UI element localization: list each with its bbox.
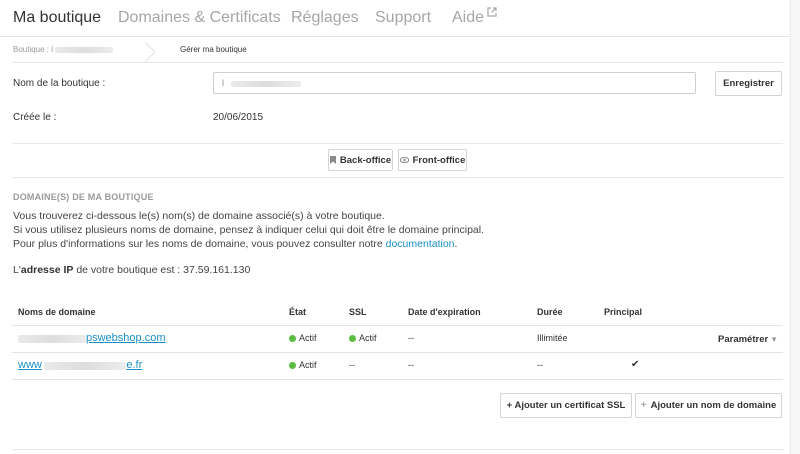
bookmark-icon bbox=[329, 156, 336, 164]
breadcrumb-current: Gérer ma boutique bbox=[180, 45, 247, 54]
active-dot-icon bbox=[289, 362, 296, 369]
eye-icon bbox=[399, 157, 409, 163]
back-office-label: Back-office bbox=[339, 154, 392, 166]
store-name-value: l bbox=[222, 78, 224, 88]
ip-prefix: L' bbox=[13, 264, 21, 276]
tab-domaines-certificats[interactable]: Domaines & Certificats bbox=[118, 9, 281, 27]
col-header-domain: Noms de domaine bbox=[18, 307, 96, 317]
state-badge: Actif bbox=[289, 360, 317, 370]
col-header-state: État bbox=[289, 307, 307, 317]
state-text: Actif bbox=[299, 333, 317, 343]
save-button[interactable]: Enregistrer bbox=[715, 71, 782, 96]
plus-icon: + bbox=[640, 400, 647, 411]
table-row: pswebshop.com bbox=[18, 332, 166, 344]
tab-aide[interactable]: Aide bbox=[452, 7, 497, 27]
save-button-label: Enregistrer bbox=[723, 78, 774, 89]
intro-line-3: Pour plus d'informations sur les noms de… bbox=[13, 238, 457, 250]
store-name-input[interactable]: l bbox=[213, 72, 696, 94]
tab-ma-boutique[interactable]: Ma boutique bbox=[13, 9, 101, 27]
breadcrumb-parent[interactable]: Boutique : l bbox=[13, 45, 114, 54]
redacted-text bbox=[44, 361, 127, 370]
back-office-button[interactable]: Back-office bbox=[328, 149, 393, 171]
created-value: 20/06/2015 bbox=[213, 112, 264, 123]
front-office-button[interactable]: Front-office bbox=[398, 149, 467, 171]
table-row-rule bbox=[12, 352, 783, 353]
ssl-text: Actif bbox=[359, 333, 377, 343]
tab-support[interactable]: Support bbox=[375, 9, 431, 27]
intro-line-1: Vous trouverez ci-dessous le(s) nom(s) d… bbox=[13, 210, 385, 222]
state-text: Actif bbox=[299, 360, 317, 370]
front-office-label: Front-office bbox=[412, 154, 466, 166]
active-dot-icon bbox=[349, 335, 356, 342]
ip-value: de votre boutique est : 37.59.161.130 bbox=[73, 264, 251, 276]
col-header-expiration: Date d'expiration bbox=[408, 307, 481, 317]
redacted-text bbox=[55, 46, 114, 53]
parametrer-dropdown[interactable]: Paramétrer ▼ bbox=[718, 334, 778, 345]
scrollbar[interactable] bbox=[790, 0, 800, 454]
principal-check-icon: ✔ bbox=[631, 359, 640, 370]
add-ssl-label: + Ajouter un certificat SSL bbox=[506, 400, 626, 411]
add-domain-button[interactable]: + Ajouter un nom de domaine bbox=[635, 393, 782, 418]
redacted-text bbox=[230, 80, 301, 87]
expiration-value: -- bbox=[408, 360, 414, 370]
intro-line-2: Si vous utilisez plusieurs noms de domai… bbox=[13, 224, 485, 236]
state-badge: Actif bbox=[289, 333, 317, 343]
active-dot-icon bbox=[289, 335, 296, 342]
table-row: www e.fr bbox=[18, 359, 142, 371]
duration-value: Illimitée bbox=[537, 333, 568, 343]
nav-divider bbox=[0, 36, 790, 37]
ip-address-text: L'adresse IP de votre boutique est : 37.… bbox=[13, 264, 250, 276]
domain-link-prefix[interactable]: www bbox=[18, 359, 42, 371]
domain-link[interactable]: pswebshop.com bbox=[86, 332, 166, 344]
duration-value: -- bbox=[537, 360, 543, 370]
col-header-duration: Durée bbox=[537, 307, 563, 317]
ssl-value: -- bbox=[349, 360, 355, 370]
table-header-rule bbox=[12, 325, 783, 326]
divider bbox=[12, 449, 783, 450]
divider bbox=[12, 143, 783, 144]
ssl-badge: Actif bbox=[349, 333, 377, 343]
ip-bold: adresse IP bbox=[20, 264, 74, 276]
breadcrumb-parent-label: Boutique : l bbox=[13, 45, 54, 54]
tab-reglages[interactable]: Réglages bbox=[291, 9, 359, 27]
intro-line-3-end: . bbox=[454, 238, 458, 250]
parametrer-label: Paramétrer bbox=[718, 334, 769, 345]
add-ssl-certificate-button[interactable]: + Ajouter un certificat SSL bbox=[500, 393, 632, 418]
table-row-rule bbox=[12, 379, 783, 380]
redacted-text bbox=[18, 334, 86, 343]
expiration-value: -- bbox=[408, 333, 414, 343]
tab-aide-label: Aide bbox=[452, 9, 485, 26]
breadcrumb-divider bbox=[12, 62, 783, 63]
domains-section-title: DOMAINE(S) DE MA BOUTIQUE bbox=[13, 192, 154, 202]
domain-link[interactable]: e.fr bbox=[126, 359, 142, 371]
breadcrumb-chevron-icon bbox=[144, 41, 156, 63]
created-label: Créée le : bbox=[13, 112, 57, 123]
col-header-principal: Principal bbox=[604, 307, 643, 317]
col-header-ssl: SSL bbox=[349, 307, 367, 317]
add-domain-label: Ajouter un nom de domaine bbox=[650, 400, 777, 411]
intro-line-3-text: Pour plus d'informations sur les noms de… bbox=[13, 238, 386, 250]
documentation-link[interactable]: documentation bbox=[386, 238, 455, 250]
external-link-icon bbox=[487, 7, 497, 17]
chevron-down-icon: ▼ bbox=[770, 335, 779, 344]
divider bbox=[12, 177, 783, 178]
store-name-label: Nom de la boutique : bbox=[13, 78, 106, 89]
